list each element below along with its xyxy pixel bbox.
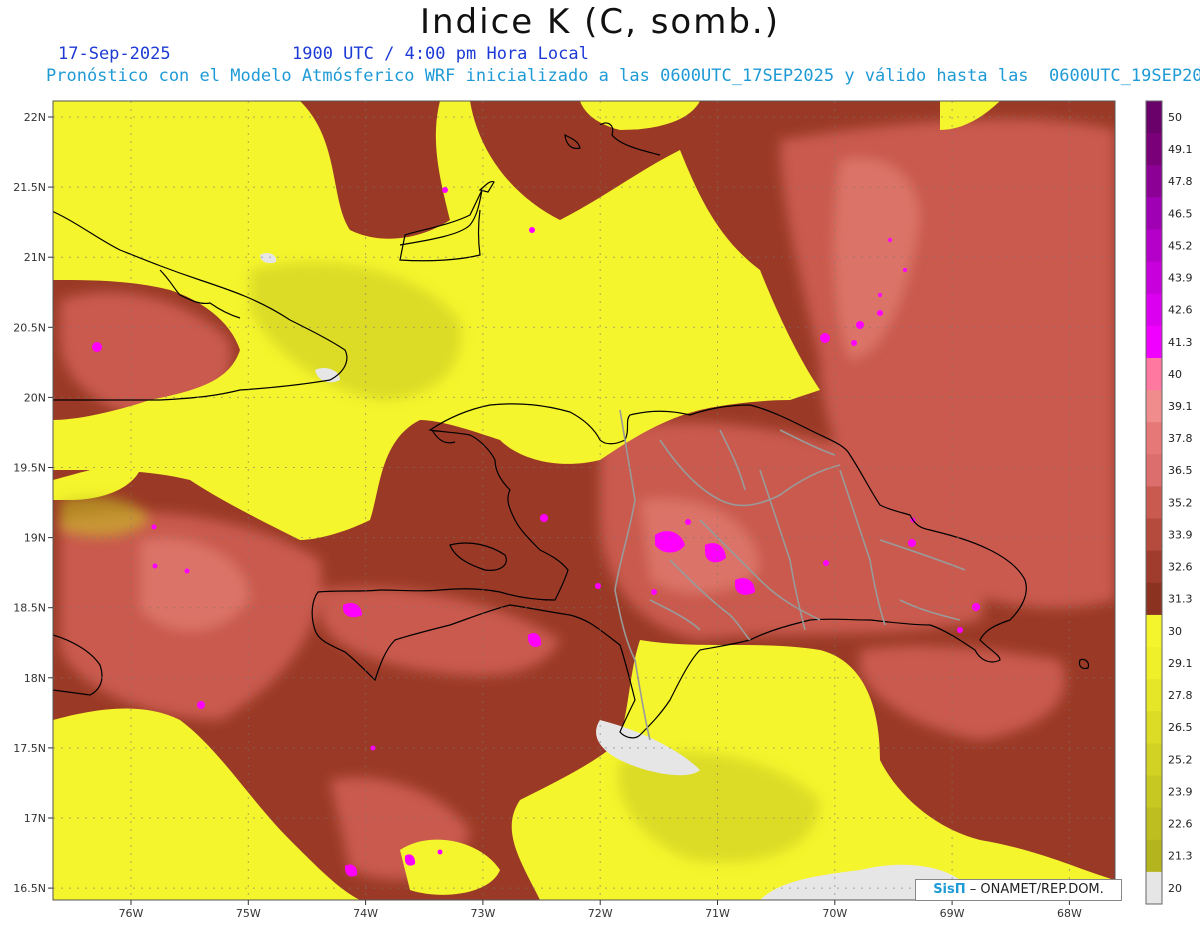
colorbar-label: 40 xyxy=(1168,368,1182,381)
lat-label: 18N xyxy=(24,672,46,685)
colorbar-swatch xyxy=(1146,743,1162,777)
colorbar-swatch xyxy=(1146,261,1162,295)
colorbar-swatch xyxy=(1146,582,1162,616)
lon-label: 70W xyxy=(822,907,847,920)
forecast-map: 22N 21.5N 21N 20.5N 20N 19.5N 19N 18.5N 18N 17.5N… xyxy=(13,100,1193,920)
colorbar-label: 43.9 xyxy=(1168,272,1193,285)
colorbar-label: 39.1 xyxy=(1168,400,1193,413)
k-index-field xyxy=(53,101,1115,900)
colorbar-label: 26.5 xyxy=(1168,721,1193,734)
lat-label: 20N xyxy=(24,391,46,404)
colorbar-swatch xyxy=(1146,165,1162,198)
colorbar-label: 25.2 xyxy=(1168,753,1193,766)
colorbar-swatch xyxy=(1146,325,1162,359)
lon-label: 71W xyxy=(705,907,730,920)
lon-label: 68W xyxy=(1057,907,1082,920)
colorbar-label: 37.8 xyxy=(1168,432,1193,445)
colorbar-swatch xyxy=(1146,101,1162,134)
latitude-axis: 22N 21.5N 21N 20.5N 20N 19.5N 19N 18.5N 18N 17.5N… xyxy=(13,111,53,895)
colorbar-label: 23.9 xyxy=(1168,785,1193,798)
colorbar-label: 42.6 xyxy=(1168,304,1193,317)
lat-label: 17.5N xyxy=(13,742,46,755)
colorbar-swatch xyxy=(1146,133,1162,166)
lat-label: 17N xyxy=(24,812,46,825)
colorbar-swatch xyxy=(1146,807,1162,841)
colorbar-swatch xyxy=(1146,839,1162,873)
colorbar-swatch xyxy=(1146,229,1162,263)
colorbar-label: 33.9 xyxy=(1168,528,1193,541)
lon-label: 72W xyxy=(588,907,613,920)
colorbar-label: 20 xyxy=(1168,882,1182,895)
lon-label: 76W xyxy=(119,907,144,920)
colorbar-label: 41.3 xyxy=(1168,336,1193,349)
lat-label: 19.5N xyxy=(13,462,46,475)
colorbar-label: 50 xyxy=(1168,111,1182,124)
colorbar-label: 32.6 xyxy=(1168,561,1193,574)
colorbar-label: 49.1 xyxy=(1168,143,1193,156)
colorbar-swatch xyxy=(1146,486,1162,520)
colorbar-swatch xyxy=(1146,422,1162,455)
colorbar-swatch xyxy=(1146,647,1162,680)
colorbar-swatch xyxy=(1146,550,1162,584)
colorbar-swatch xyxy=(1146,614,1162,648)
colorbar-swatch xyxy=(1146,454,1162,487)
colorbar-swatch xyxy=(1146,518,1162,552)
colorbar-label: 22.6 xyxy=(1168,818,1193,831)
colorbar-label: 45.2 xyxy=(1168,239,1193,252)
colorbar-label: 35.2 xyxy=(1168,496,1193,509)
colorbar: 50 49.1 47.8 46.5 45.2 43.9 42.6 41.3 40 39.1 37.8… xyxy=(1145,100,1193,905)
colorbar-swatch xyxy=(1146,679,1162,712)
lon-label: 75W xyxy=(236,907,261,920)
colorbar-label: 31.3 xyxy=(1168,593,1193,606)
colorbar-swatch xyxy=(1146,357,1162,391)
colorbar-label: 46.5 xyxy=(1168,207,1193,220)
lon-label: 69W xyxy=(940,907,965,920)
colorbar-swatch xyxy=(1146,197,1162,230)
colorbar-label: 21.3 xyxy=(1168,850,1193,863)
colorbar-swatch xyxy=(1146,775,1162,809)
colorbar-swatch xyxy=(1146,390,1162,423)
longitude-axis: 76W 75W 74W 73W 72W 71W 70W 69W 68W xyxy=(119,900,1082,920)
lon-label: 73W xyxy=(470,907,495,920)
colorbar-label: 47.8 xyxy=(1168,175,1193,188)
colorbar-swatch xyxy=(1146,871,1162,905)
colorbar-label: 27.8 xyxy=(1168,689,1193,702)
lon-label: 74W xyxy=(353,907,378,920)
colorbar-label: 36.5 xyxy=(1168,464,1193,477)
lat-label: 21.5N xyxy=(13,181,46,194)
credit-text: – ONAMET/REP.DOM. xyxy=(969,882,1104,897)
credit-box: SisΠ – ONAMET/REP.DOM. xyxy=(915,879,1122,901)
colorbar-label: 29.1 xyxy=(1168,657,1193,670)
colorbar-swatch xyxy=(1146,293,1162,327)
credit-brand: SisΠ xyxy=(933,882,966,897)
lat-label: 16.5N xyxy=(13,882,46,895)
lat-label: 22N xyxy=(24,111,46,124)
lat-label: 21N xyxy=(24,251,46,264)
lat-label: 19N xyxy=(24,532,46,545)
colorbar-label: 30 xyxy=(1168,625,1182,638)
colorbar-swatch xyxy=(1146,711,1162,744)
lat-label: 18.5N xyxy=(13,602,46,615)
lat-label: 20.5N xyxy=(13,321,46,334)
